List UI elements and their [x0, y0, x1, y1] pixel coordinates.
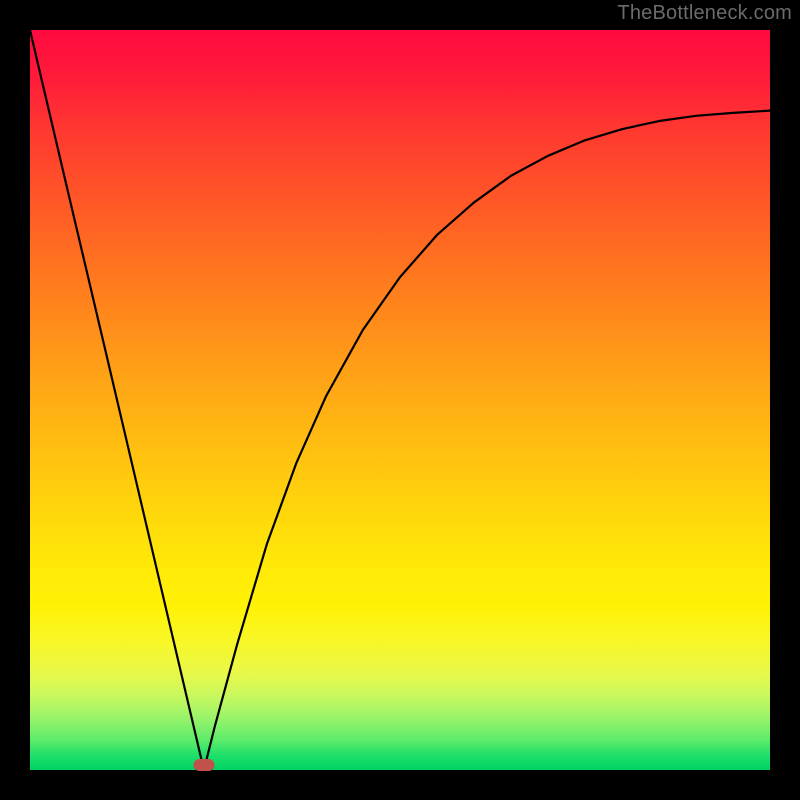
curve-svg — [30, 30, 770, 770]
plot-area — [30, 30, 770, 770]
watermark-text: TheBottleneck.com — [617, 2, 792, 25]
bottleneck-curve — [30, 30, 770, 770]
min-point-marker — [193, 759, 214, 771]
chart-frame: TheBottleneck.com — [0, 0, 800, 800]
